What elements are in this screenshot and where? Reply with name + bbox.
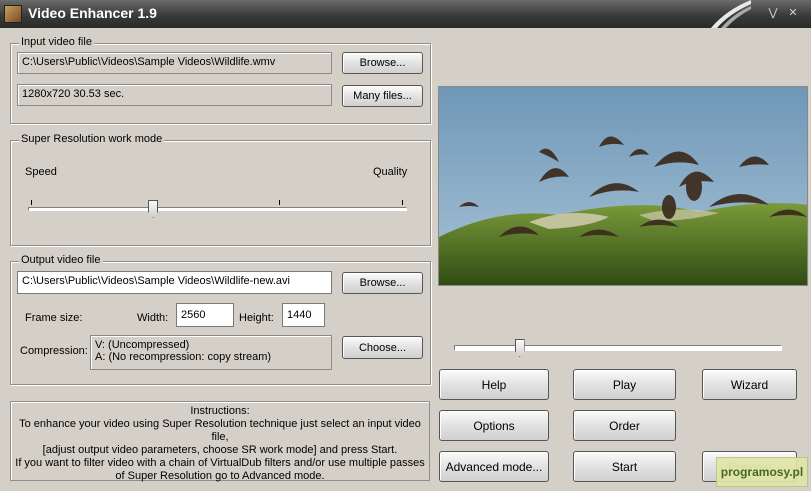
wizard-button[interactable]: Wizard [702, 369, 797, 400]
input-browse-button[interactable]: Browse... [342, 52, 423, 74]
watermark-logo: programosy.pl [716, 457, 808, 487]
sr-mode-slider-track[interactable] [28, 207, 407, 211]
frame-size-label: Frame size: [25, 312, 83, 324]
input-group-title: Input video file [19, 36, 94, 48]
instructions-line: of Super Resolution go to Advanced mode. [115, 470, 325, 482]
input-info-field: 1280x720 30.53 sec. [17, 84, 332, 106]
choose-compression-button[interactable]: Choose... [342, 336, 423, 359]
order-button[interactable]: Order [573, 410, 676, 441]
compression-label: Compression: [20, 345, 88, 357]
options-button[interactable]: Options [439, 410, 549, 441]
play-button[interactable]: Play [573, 369, 676, 400]
width-label: Width: [137, 312, 169, 324]
height-label: Height: [239, 312, 274, 324]
title-decoration [711, 0, 751, 28]
instructions-line: If you want to filter video with a chain… [15, 457, 425, 469]
client-area: Input video file C:\Users\Public\Videos\… [0, 28, 811, 491]
instructions-line: To enhance your video using Super Resolu… [19, 418, 421, 443]
quality-label: Quality [373, 166, 408, 178]
help-button[interactable]: Help [439, 369, 549, 400]
sr-mode-group: Super Resolution work mode [10, 133, 431, 246]
start-button[interactable]: Start [573, 451, 676, 482]
title-bar[interactable]: Video Enhancer 1.9 ⋁ ✕ [0, 0, 811, 28]
instructions-panel: Instructions: To enhance your video usin… [10, 401, 430, 482]
output-browse-button[interactable]: Browse... [342, 272, 423, 294]
video-compression-text: V: (Uncompressed) [95, 339, 190, 351]
advanced-mode-button[interactable]: Advanced mode... [439, 451, 549, 482]
close-icon[interactable]: ✕ [785, 6, 801, 20]
compression-field: V: (Uncompressed) A: (No recompression: … [90, 335, 332, 370]
video-frame-image [439, 87, 807, 285]
slider-tick [402, 200, 403, 205]
slider-tick [279, 200, 280, 205]
slider-tick [31, 200, 32, 205]
speed-label: Speed [25, 166, 57, 178]
audio-compression-text: A: (No recompression: copy stream) [95, 351, 272, 363]
output-path-input[interactable]: C:\Users\Public\Videos\Sample Videos\Wil… [17, 271, 332, 294]
seek-slider-track[interactable] [454, 345, 782, 351]
sr-mode-group-title: Super Resolution work mode [19, 133, 165, 145]
window-title: Video Enhancer 1.9 [28, 5, 157, 21]
seek-slider-thumb[interactable] [514, 339, 525, 357]
input-path-field: C:\Users\Public\Videos\Sample Videos\Wil… [17, 52, 332, 74]
width-input[interactable]: 2560 [176, 303, 234, 327]
many-files-button[interactable]: Many files... [342, 85, 423, 107]
app-icon [4, 5, 22, 23]
height-input[interactable]: 1440 [282, 303, 325, 327]
watermark-text: programosy.pl [720, 465, 804, 479]
instructions-title: Instructions: [190, 405, 250, 417]
instructions-line: [adjust output video parameters, choose … [42, 444, 398, 456]
output-group-title: Output video file [19, 254, 103, 266]
video-preview [438, 86, 808, 286]
chevron-down-icon[interactable]: ⋁ [765, 6, 781, 20]
